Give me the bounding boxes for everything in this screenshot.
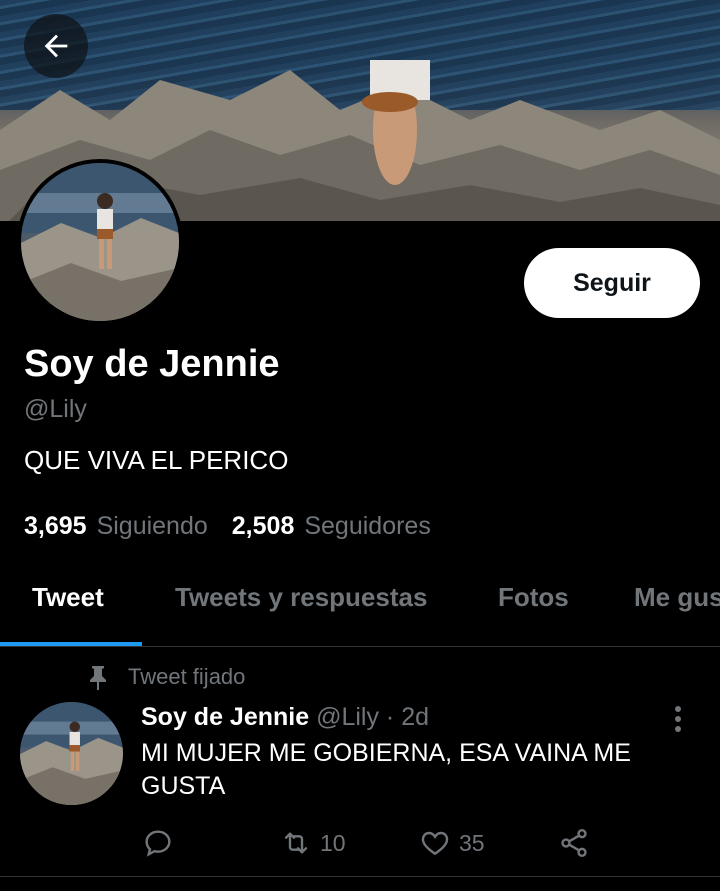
tweet-divider [0, 876, 720, 877]
tab-tweets-replies[interactable]: Tweets y respuestas [175, 582, 427, 613]
reply-button[interactable] [142, 820, 174, 866]
avatar-photo [21, 163, 179, 321]
arrow-left-icon [44, 34, 68, 58]
followers-count: 2,508 [231, 512, 295, 540]
tabs-divider [0, 646, 720, 647]
retweet-icon [284, 832, 308, 854]
tab-tweets[interactable]: Tweet [32, 582, 104, 613]
profile-tabs: Tweet Tweets y respuestas Fotos Me gus [0, 560, 720, 648]
profile-handle: @Lily [24, 395, 87, 423]
avatar-photo [20, 702, 123, 805]
pinned-label: Tweet fijado [128, 664, 246, 689]
share-icon [561, 829, 587, 857]
back-button[interactable] [24, 14, 88, 78]
tweet-avatar[interactable] [20, 702, 123, 805]
like-count: 35 [459, 829, 485, 856]
tab-photos[interactable]: Fotos [498, 582, 569, 613]
tweet-time[interactable]: 2d [401, 703, 429, 731]
tweet-author-handle[interactable]: @Lily [316, 703, 379, 731]
pin-icon [90, 666, 106, 690]
retweet-count: 10 [320, 829, 346, 856]
like-button[interactable]: 35 [419, 820, 485, 866]
followers-link[interactable]: 2,508 Seguidores [232, 512, 431, 541]
tab-likes[interactable]: Me gus [634, 582, 720, 613]
retweet-button[interactable]: 10 [280, 820, 346, 866]
profile-avatar[interactable] [17, 159, 183, 325]
tweet-text: MI MUJER ME GOBIERNA, ESA VAINA ME GUSTA [141, 739, 631, 800]
tweet-more-button[interactable] [668, 704, 688, 734]
followers-label: Seguidores [304, 512, 431, 540]
following-label: Siguiendo [96, 512, 208, 540]
profile-stats: 3,695 Siguiendo 2,508 Seguidores [24, 512, 431, 541]
heart-icon [421, 831, 449, 856]
following-link[interactable]: 3,695 Siguiendo [24, 512, 208, 541]
profile-bio: QUE VIVA EL PERICO [24, 445, 289, 475]
following-count: 3,695 [24, 512, 87, 540]
tweet-author-name[interactable]: Soy de Jennie [141, 703, 309, 731]
share-button[interactable] [558, 820, 590, 866]
reply-icon [145, 830, 171, 857]
tweet-actions: 10 35 [0, 820, 720, 866]
tweet-header: Soy de Jennie @Lily · 2d [141, 703, 429, 732]
tweet-separator: · [385, 703, 395, 731]
pinned-indicator: Tweet fijado [86, 664, 245, 690]
more-vertical-icon [675, 706, 681, 732]
follow-button[interactable]: Seguir [524, 248, 700, 318]
profile-display-name: Soy de Jennie [24, 343, 280, 385]
